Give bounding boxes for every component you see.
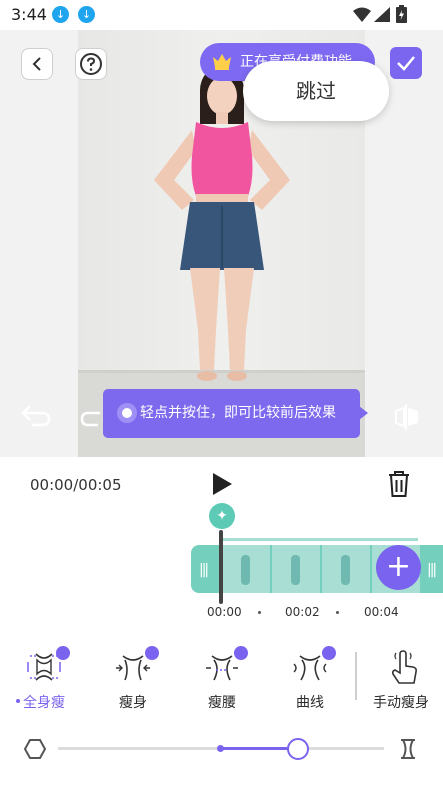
- clip-frame: [222, 545, 270, 593]
- clip-frame: [272, 545, 320, 593]
- tool-divider: [355, 652, 357, 700]
- slim-max-icon: [401, 739, 415, 759]
- track-line: [222, 538, 418, 541]
- timeline-tick: 00:04: [364, 605, 399, 619]
- tool-label: 瘦身: [119, 695, 147, 711]
- press-hold-icon: [117, 403, 137, 423]
- trash-icon: [389, 471, 409, 497]
- status-time: 3:44: [11, 5, 47, 24]
- tool-full-body-slim[interactable]: 全身瘦: [12, 646, 76, 716]
- download-icon: ↓: [78, 6, 95, 23]
- tool-curve[interactable]: 曲线: [278, 646, 342, 716]
- tick-dot: [336, 611, 339, 614]
- delete-button[interactable]: [387, 470, 411, 498]
- active-dot: [16, 699, 20, 703]
- download-icon: ↓: [52, 6, 69, 23]
- timecode: 00:00/00:05: [30, 476, 122, 494]
- timeline-tick: 00:02: [285, 605, 320, 619]
- status-bar: 3:44 ↓ ↓: [0, 0, 443, 30]
- battery-charging-icon: [396, 5, 407, 23]
- keyframe-marker[interactable]: ✦: [209, 503, 235, 529]
- hand-pointer-icon: [391, 650, 417, 684]
- confirm-button[interactable]: [390, 47, 422, 79]
- premium-badge: [56, 646, 70, 660]
- clip-left-handle[interactable]: |||: [199, 562, 209, 578]
- premium-badge: [234, 646, 248, 660]
- compare-icon[interactable]: [392, 402, 422, 432]
- tool-manual-slim[interactable]: 手动瘦身: [364, 650, 438, 716]
- tool-slim-body[interactable]: 瘦身: [101, 646, 165, 716]
- crown-icon: [213, 54, 231, 70]
- skip-button[interactable]: 跳过: [243, 61, 389, 121]
- slider-center-dot: [217, 745, 224, 752]
- tooltip-arrow: [359, 406, 368, 420]
- slider-thumb[interactable]: [287, 738, 309, 760]
- tool-label: 手动瘦身: [373, 695, 429, 711]
- photo-canvas[interactable]: 正在享受付费功能 跳过 轻点并按住，即可比较前后效果: [0, 30, 443, 457]
- timeline-tick: 00:00: [207, 605, 242, 619]
- tick-dot: [258, 611, 261, 614]
- tool-label: 曲线: [296, 695, 324, 711]
- premium-badge: [322, 646, 336, 660]
- chevron-left-icon: [32, 57, 41, 71]
- slim-min-icon: [24, 739, 46, 759]
- tool-label: 瘦腰: [208, 695, 236, 711]
- add-clip-button[interactable]: +: [376, 545, 421, 590]
- tool-label: 全身瘦: [23, 695, 65, 711]
- clip-right-handle[interactable]: |||: [427, 562, 437, 578]
- check-icon: [397, 56, 415, 71]
- signal-icon: [374, 7, 390, 22]
- help-icon: [80, 53, 102, 75]
- wifi-icon: [353, 7, 371, 22]
- play-button[interactable]: [211, 472, 233, 496]
- tooltip-text: 轻点并按住，即可比较前后效果: [140, 405, 336, 421]
- help-button[interactable]: [75, 48, 107, 80]
- playhead[interactable]: [219, 530, 223, 604]
- tool-slim-waist[interactable]: 瘦腰: [190, 646, 254, 716]
- undo-icon[interactable]: [20, 402, 52, 428]
- clip-frame: [322, 545, 370, 593]
- compare-tooltip: 轻点并按住，即可比较前后效果: [103, 389, 360, 438]
- redo-icon[interactable]: [80, 402, 104, 428]
- premium-badge: [145, 646, 159, 660]
- play-icon: [213, 473, 232, 495]
- back-button[interactable]: [21, 48, 53, 80]
